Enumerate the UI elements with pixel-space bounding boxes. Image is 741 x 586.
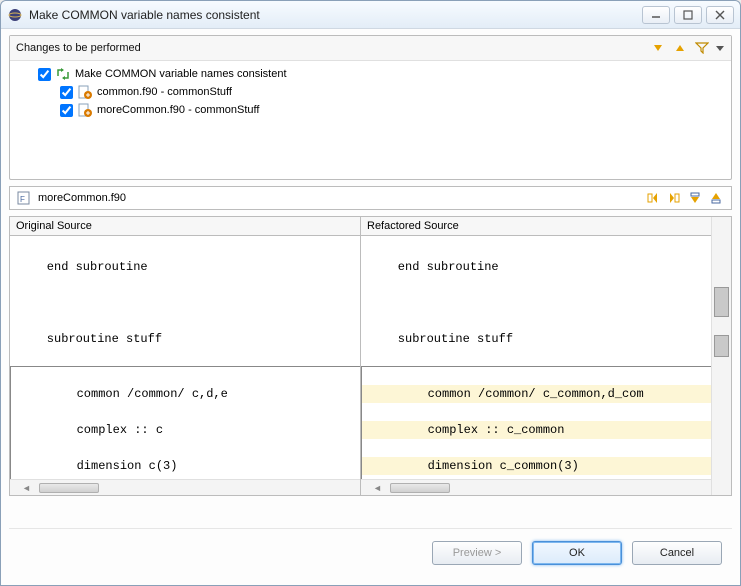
file-bar-label: moreCommon.f90 [38, 192, 126, 204]
next-diff-icon[interactable] [686, 189, 704, 207]
filter-icon[interactable] [693, 39, 711, 57]
refactored-hscrollbar[interactable]: ◄ [361, 479, 711, 495]
maximize-button[interactable] [674, 6, 702, 24]
svg-text:F: F [20, 195, 25, 204]
code-line: complex :: c [11, 421, 360, 439]
code-line [10, 294, 360, 312]
tree-item-checkbox[interactable] [60, 104, 73, 117]
close-button[interactable] [706, 6, 734, 24]
tree-item-checkbox[interactable] [60, 86, 73, 99]
code-line: end subroutine [10, 258, 360, 276]
code-line: end subroutine [361, 258, 711, 276]
diff-overview-ruler[interactable] [711, 217, 731, 495]
changes-tree[interactable]: Make COMMON variable names consistent co… [10, 61, 731, 179]
code-line: common /common/ c,d,e [11, 385, 360, 403]
dialog-window: Make COMMON variable names consistent Ch… [0, 0, 741, 586]
dialog-content: Changes to be performed [1, 29, 740, 585]
prev-change-icon[interactable] [671, 39, 689, 57]
refactored-pane: Refactored Source end subroutine subrout… [361, 217, 711, 495]
copy-right-icon[interactable] [665, 189, 683, 207]
refactored-pane-title: Refactored Source [361, 217, 711, 236]
eclipse-icon [7, 7, 23, 23]
compare-toolbar [644, 189, 725, 207]
code-line [361, 294, 711, 312]
file-bar: F moreCommon.f90 [9, 186, 732, 210]
changes-toolbar [649, 39, 725, 57]
fortran-file-icon: F [16, 190, 32, 206]
file-change-icon [77, 102, 93, 118]
code-line: common /common/ c_common,d_com [362, 385, 711, 403]
window-title: Make COMMON variable names consistent [29, 8, 642, 22]
titlebar: Make COMMON variable names consistent [1, 1, 740, 29]
copy-left-icon[interactable] [644, 189, 662, 207]
ok-button[interactable]: OK [532, 541, 622, 565]
preview-button[interactable]: Preview > [432, 541, 522, 565]
next-change-icon[interactable] [649, 39, 667, 57]
original-hscrollbar[interactable]: ◄ [10, 479, 360, 495]
changes-group-title: Changes to be performed [16, 42, 141, 54]
original-code: end subroutine subroutine stuff common /… [10, 236, 360, 479]
dropdown-icon[interactable] [715, 39, 725, 57]
refactored-code-scroll[interactable]: end subroutine subroutine stuff common /… [361, 236, 711, 479]
original-pane: Original Source end subroutine subroutin… [10, 217, 360, 495]
code-line: dimension c(3) [11, 457, 360, 475]
tree-item[interactable]: moreCommon.f90 - commonStuff [16, 101, 725, 119]
tree-item[interactable]: common.f90 - commonStuff [16, 83, 725, 101]
button-bar: Preview > OK Cancel [9, 528, 732, 577]
prev-diff-icon[interactable] [707, 189, 725, 207]
tree-item-label: moreCommon.f90 - commonStuff [97, 104, 259, 116]
tree-root-checkbox[interactable] [38, 68, 51, 81]
changes-group-header: Changes to be performed [10, 36, 731, 61]
tree-root-label: Make COMMON variable names consistent [75, 68, 287, 80]
refactored-code: end subroutine subroutine stuff common /… [361, 236, 711, 479]
original-pane-title: Original Source [10, 217, 360, 236]
window-controls [642, 6, 734, 24]
code-line: dimension c_common(3) [362, 457, 711, 475]
code-line: complex :: c_common [362, 421, 711, 439]
code-line: subroutine stuff [361, 330, 711, 348]
tree-item-label: common.f90 - commonStuff [97, 86, 232, 98]
minimize-button[interactable] [642, 6, 670, 24]
tree-root[interactable]: Make COMMON variable names consistent [16, 65, 725, 83]
original-code-scroll[interactable]: end subroutine subroutine stuff common /… [10, 236, 360, 479]
compare-view: Original Source end subroutine subroutin… [9, 216, 732, 496]
refactor-icon [55, 66, 71, 82]
code-line: subroutine stuff [10, 330, 360, 348]
changes-group: Changes to be performed [9, 35, 732, 180]
file-change-icon [77, 84, 93, 100]
cancel-button[interactable]: Cancel [632, 541, 722, 565]
